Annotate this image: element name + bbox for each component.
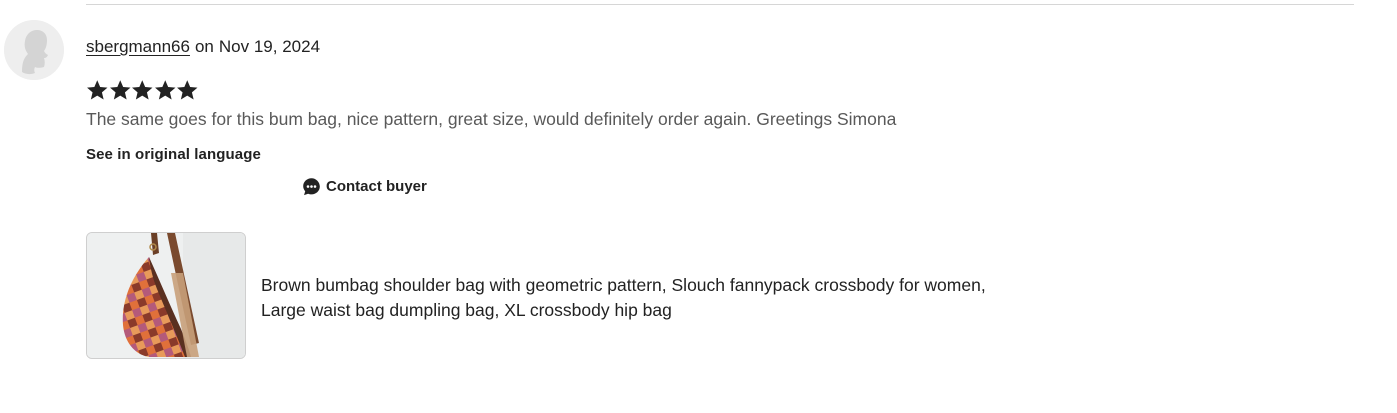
star-icon [132, 80, 153, 100]
listing-thumbnail[interactable] [86, 232, 246, 359]
chat-bubble-icon [303, 177, 320, 195]
listing-title-line-1: Brown bumbag shoulder bag with geometric… [261, 275, 986, 295]
date-prefix: on [194, 37, 214, 56]
listing-title-line-2: Large waist bag dumpling bag, XL crossbo… [261, 300, 672, 320]
divider [86, 4, 1354, 5]
star-icon [154, 80, 175, 100]
username-link[interactable]: sbergmann66 [86, 37, 190, 56]
contact-buyer-label: Contact buyer [326, 177, 427, 195]
listing-title-link[interactable]: Brown bumbag shoulder bag with geometric… [261, 273, 1081, 323]
review-date: Nov 19, 2024 [218, 37, 321, 56]
contact-buyer-button[interactable]: Contact buyer [301, 175, 427, 197]
star-icon [109, 80, 130, 100]
review-card: sbergmann66 on Nov 19, 2024 The same goes … [0, 0, 1397, 413]
review-meta: sbergmann66 on Nov 19, 2024 [86, 36, 320, 58]
star-icon [87, 80, 108, 100]
star-rating [86, 78, 199, 104]
avatar [4, 20, 64, 80]
default-avatar-icon [4, 20, 64, 80]
review-text: The same goes for this bum bag, nice pat… [86, 109, 897, 129]
see-original-language-button[interactable]: See in original language [86, 145, 261, 165]
star-icon [177, 80, 198, 100]
